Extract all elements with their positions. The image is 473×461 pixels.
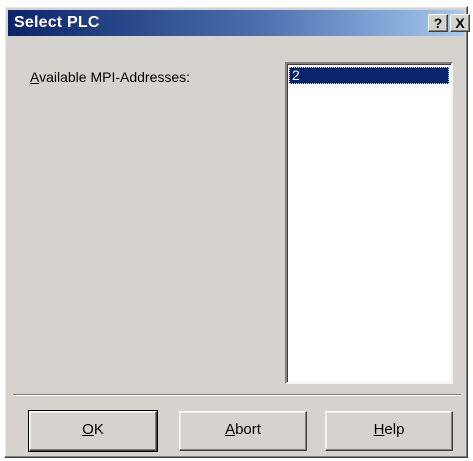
help-button[interactable]: Help: [325, 411, 453, 451]
abort-button[interactable]: Abort: [179, 411, 307, 451]
abort-label: bort: [235, 421, 261, 438]
select-plc-dialog: Select PLC ? X Available MPI-Addresses: …: [4, 6, 470, 458]
label-mnemonic: A: [30, 69, 40, 85]
available-mpi-addresses-label: Available MPI-Addresses:: [30, 69, 190, 85]
dialog-title: Select PLC: [14, 14, 100, 31]
title-bar[interactable]: Select PLC ? X: [8, 10, 470, 36]
mpi-address-listbox[interactable]: 2: [285, 62, 453, 384]
help-icon[interactable]: ?: [428, 14, 448, 32]
help-mnemonic: H: [373, 421, 385, 438]
separator-highlight: [13, 395, 461, 396]
ok-mnemonic: O: [82, 421, 94, 438]
ok-label: K: [93, 421, 104, 438]
ok-button[interactable]: OK: [28, 410, 158, 452]
label-text: vailable MPI-Addresses:: [39, 69, 191, 85]
list-item[interactable]: 2: [289, 67, 449, 84]
help-label: elp: [384, 421, 405, 438]
close-icon[interactable]: X: [450, 14, 470, 32]
abort-mnemonic: A: [225, 421, 236, 438]
